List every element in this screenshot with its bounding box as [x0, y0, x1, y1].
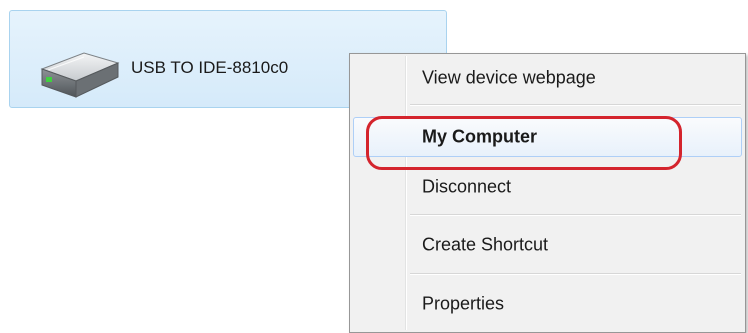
menu-separator — [410, 273, 741, 275]
context-menu: View device webpage My Computer Disconne… — [349, 53, 746, 333]
menu-item-label: Properties — [422, 293, 505, 314]
menu-item-label: View device webpage — [422, 67, 596, 88]
menu-item-my-computer[interactable]: My Computer — [353, 117, 742, 157]
desktop-window: USB TO IDE-8810c0 View device webpage My… — [0, 0, 748, 333]
device-label: USB TO IDE-8810c0 — [131, 58, 289, 77]
menu-item-label: Disconnect — [422, 176, 512, 197]
menu-separator — [410, 104, 741, 106]
menu-item-label: My Computer — [422, 126, 538, 147]
menu-item-label: Create Shortcut — [422, 234, 549, 255]
menu-separator — [410, 214, 741, 216]
menu-item-disconnect[interactable]: Disconnect — [353, 167, 742, 207]
hard-drive-icon — [40, 52, 120, 98]
menu-item-create-shortcut[interactable]: Create Shortcut — [353, 225, 742, 265]
menu-item-properties[interactable]: Properties — [353, 284, 742, 324]
menu-item-view-device-webpage[interactable]: View device webpage — [353, 58, 742, 98]
